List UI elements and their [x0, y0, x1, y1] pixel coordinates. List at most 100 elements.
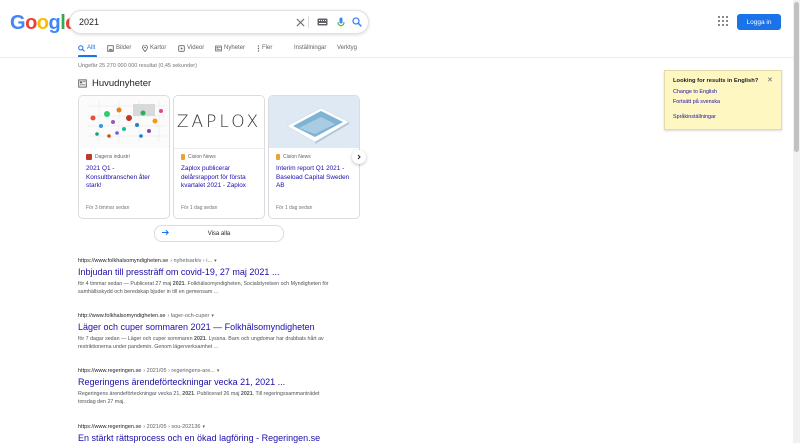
card-headline[interactable]: Interim report Q1 2021 - Baseload Capita…: [276, 165, 354, 191]
zaplox-logo-image: ZAPLOX: [174, 96, 264, 149]
tab-label: Verktyg: [337, 45, 358, 51]
result-domain: http://www.folkhalsomyndigheten.se: [78, 313, 166, 319]
tab-label: Kartor: [150, 45, 167, 51]
result-path: › lager-och-cuper: [167, 313, 210, 319]
chevron-down-icon[interactable]: ▾: [217, 368, 220, 374]
card-source: Dagens industri: [86, 154, 130, 160]
continue-swedish-link[interactable]: Fortsätt på svenska: [673, 99, 720, 105]
keyboard-icon[interactable]: [315, 15, 329, 29]
tab-label: Inställningar: [294, 45, 327, 51]
image-icon: [107, 44, 114, 52]
tab-more[interactable]: Fler: [257, 43, 272, 53]
google-apps-icon[interactable]: [718, 16, 728, 26]
source-favicon-icon: [181, 154, 185, 160]
map-pin-icon: [142, 44, 148, 52]
result-title-link[interactable]: Läger och cuper sommaren 2021 — Folkhäls…: [78, 322, 378, 332]
tab-label: Fler: [262, 45, 273, 51]
heading-text: Huvudnyheter: [92, 78, 152, 89]
divider: [0, 57, 800, 58]
clear-icon[interactable]: [293, 15, 307, 29]
chart-thumbnail-image: [79, 96, 169, 148]
card-source: Cision News: [276, 154, 311, 160]
source-name: Cision News: [188, 154, 216, 160]
login-button[interactable]: Logga in: [737, 14, 781, 30]
tab-settings[interactable]: Inställningar: [294, 43, 326, 53]
language-suggestion-popup: Looking for results in English? ✕ Change…: [664, 70, 782, 130]
result-url[interactable]: http://www.folkhalsomyndigheten.se › lag…: [78, 313, 378, 319]
source-name: Cision News: [283, 154, 311, 160]
chevron-down-icon[interactable]: ▾: [202, 424, 205, 430]
result-stats: Ungefär 25 270 000 000 resultat (0,45 se…: [78, 63, 197, 69]
result-url[interactable]: https://www.folkhalsomyndigheten.se › ny…: [78, 258, 378, 264]
close-icon[interactable]: ✕: [767, 76, 773, 84]
search-box[interactable]: [69, 10, 369, 34]
tab-tools[interactable]: Verktyg: [337, 43, 357, 53]
search-icon[interactable]: [350, 15, 364, 29]
video-icon: [178, 44, 185, 52]
tab-label: Bilder: [116, 45, 132, 51]
carousel-next-button[interactable]: [352, 150, 366, 164]
result-url[interactable]: https://www.regeringen.se › 2021/05 › so…: [78, 424, 378, 430]
report-cover-image: [269, 96, 359, 148]
search-result: https://www.regeringen.se › 2021/05 › so…: [78, 424, 378, 443]
change-to-english-link[interactable]: Change to English: [673, 89, 717, 95]
result-path: › 2021/05 › regeringens-are...: [143, 368, 215, 374]
tab-label: Videor: [187, 45, 205, 51]
search-result: https://www.folkhalsomyndigheten.se › ny…: [78, 258, 378, 296]
logo-letter: g: [48, 12, 61, 34]
result-url[interactable]: https://www.regeringen.se › 2021/05 › re…: [78, 368, 378, 374]
tab-label: Nyheter: [224, 45, 246, 51]
result-snippet: för 4 timmar sedan — Publicerat 27 maj 2…: [78, 281, 329, 295]
search-input[interactable]: [79, 14, 279, 30]
view-all-label: Visa alla: [207, 230, 231, 237]
result-path: › nyhetsarkiv › i...: [170, 258, 213, 264]
top-stories-heading: Huvudnyheter: [78, 78, 151, 89]
chevron-down-icon[interactable]: ▾: [214, 258, 217, 264]
result-domain: https://www.regeringen.se: [78, 424, 142, 430]
more-icon: [257, 44, 260, 52]
search-icon: [78, 44, 85, 52]
language-settings-link[interactable]: Språkinställningar: [673, 114, 716, 120]
result-snippet: Regeringens ärendeförteckningar vecka 21…: [78, 391, 320, 405]
card-source: Cision News: [181, 154, 216, 160]
card-headline[interactable]: Zaplox publicerar delårsrapport för förs…: [181, 165, 259, 191]
source-name: Dagens industri: [95, 154, 130, 160]
news-card[interactable]: ZAPLOX Cision News Zaplox publicerar del…: [173, 95, 265, 219]
tab-label: Allt: [87, 45, 96, 51]
source-favicon-icon: [276, 154, 280, 160]
source-favicon-icon: [86, 154, 92, 160]
tab-images[interactable]: Bilder: [107, 43, 131, 53]
card-headline[interactable]: 2021 Q1 - Konsultbranschen åter stark!: [86, 165, 164, 191]
arrow-right-icon: [161, 229, 169, 236]
tab-maps[interactable]: Kartor: [142, 43, 166, 53]
result-title-link[interactable]: En stärkt rättsprocess och en ökad lagfö…: [78, 433, 378, 443]
card-timestamp: För 3 timmar sedan: [86, 205, 130, 211]
result-domain: https://www.folkhalsomyndigheten.se: [78, 258, 169, 264]
result-title-link[interactable]: Inbjudan till pressträff om covid-19, 27…: [78, 267, 378, 277]
chevron-right-icon: [357, 154, 361, 160]
divider: [308, 16, 309, 28]
news-card[interactable]: Cision News Interim report Q1 2021 - Bas…: [268, 95, 360, 219]
tab-videos[interactable]: Videor: [178, 43, 204, 53]
result-title-link[interactable]: Regeringens ärendeförteckningar vecka 21…: [78, 377, 378, 387]
tab-all[interactable]: Allt: [78, 43, 95, 53]
microphone-icon[interactable]: [334, 15, 348, 29]
logo-letter: o: [25, 12, 37, 34]
news-icon: [215, 45, 222, 51]
tab-news[interactable]: Nyheter: [215, 43, 245, 53]
logo-letter: o: [36, 12, 49, 34]
google-logo[interactable]: Google: [10, 12, 76, 35]
result-path: › 2021/05 › sou-202136: [143, 424, 201, 430]
card-timestamp: För 1 dag sedan: [181, 205, 218, 211]
logo-letter: G: [10, 12, 26, 34]
search-result: https://www.regeringen.se › 2021/05 › re…: [78, 368, 378, 406]
search-result: http://www.folkhalsomyndigheten.se › lag…: [78, 313, 378, 351]
popup-title: Looking for results in English?: [673, 78, 759, 84]
view-all-button[interactable]: Visa alla: [154, 225, 284, 242]
scrollbar-thumb[interactable]: [794, 2, 799, 152]
thumbnail-logo-text: ZAPLOX: [176, 112, 262, 132]
result-snippet: för 7 dagar sedan — Läger och cuper somm…: [78, 336, 324, 350]
result-domain: https://www.regeringen.se: [78, 368, 142, 374]
news-card[interactable]: Dagens industri 2021 Q1 - Konsultbransch…: [78, 95, 170, 219]
chevron-down-icon[interactable]: ▾: [211, 313, 214, 319]
